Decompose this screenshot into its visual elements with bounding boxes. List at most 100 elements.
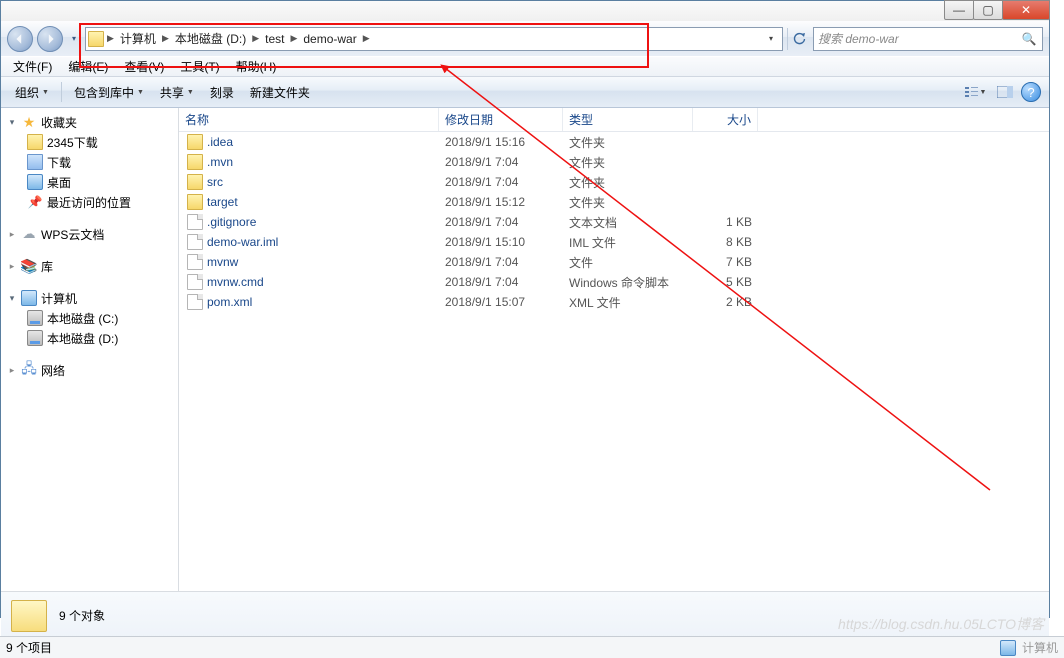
tool-include[interactable]: 包含到库中▼	[68, 81, 150, 104]
titlebar[interactable]	[1, 1, 1049, 21]
file-date: 2018/9/1 15:12	[439, 192, 563, 212]
star-icon: ★	[21, 114, 37, 130]
tool-share[interactable]: 共享▼	[154, 81, 200, 104]
file-row[interactable]: mvnw.cmd2018/9/1 7:04Windows 命令脚本5 KB	[179, 272, 1049, 292]
file-type: 文件夹	[563, 172, 693, 192]
file-type: 文件夹	[563, 192, 693, 212]
address-bar[interactable]: ▶ 计算机 ▶ 本地磁盘 (D:) ▶ test ▶ demo-war ▶ ▾	[85, 27, 783, 51]
file-size: 1 KB	[693, 212, 758, 232]
tool-newfolder[interactable]: 新建文件夹	[244, 81, 316, 104]
chevron-down-icon: ▼	[42, 89, 49, 96]
file-row[interactable]: target 2018/9/1 15:12文件夹	[179, 192, 1049, 212]
file-type: Windows 命令脚本	[563, 272, 693, 292]
library-icon: 📚	[21, 258, 37, 274]
sidebar-wps[interactable]: ☁WPS云文档	[1, 224, 178, 244]
file-row[interactable]: .idea2018/9/1 15:16文件夹	[179, 132, 1049, 152]
maximize-button[interactable]: ▢	[973, 0, 1003, 20]
folder-icon	[187, 194, 203, 210]
file-row[interactable]: .gitignore2018/9/1 7:04文本文档1 KB	[179, 212, 1049, 232]
preview-pane-button[interactable]	[991, 81, 1019, 103]
col-size[interactable]: 大小	[693, 108, 758, 131]
sidebar-item-recent[interactable]: 📌最近访问的位置	[1, 192, 178, 212]
minimize-button[interactable]: —	[944, 0, 974, 20]
sidebar-item-drive-d[interactable]: 本地磁盘 (D:)	[1, 328, 178, 348]
chevron-right-icon[interactable]: ▶	[106, 33, 115, 44]
view-options-button[interactable]: ▼	[961, 81, 989, 103]
search-icon[interactable]: 🔍	[1020, 32, 1038, 46]
separator	[61, 82, 62, 102]
close-button[interactable]: ✕	[1002, 0, 1050, 20]
chevron-right-icon[interactable]: ▶	[362, 33, 371, 44]
recent-icon: 📌	[27, 194, 43, 210]
file-name: pom.xml	[207, 295, 252, 309]
file-row[interactable]: mvnw2018/9/1 7:04文件7 KB	[179, 252, 1049, 272]
file-date: 2018/9/1 7:04	[439, 152, 563, 172]
sidebar-favorites[interactable]: ★收藏夹	[1, 112, 178, 132]
chevron-right-icon[interactable]: ▶	[161, 33, 170, 44]
crumb-drive[interactable]: 本地磁盘 (D:)	[170, 30, 251, 47]
tool-organize[interactable]: 组织▼	[9, 81, 55, 104]
file-size	[693, 132, 758, 152]
folder-icon	[187, 134, 203, 150]
col-name[interactable]: 名称	[179, 108, 439, 131]
window-controls: — ▢ ✕	[945, 0, 1050, 20]
file-size: 5 KB	[693, 272, 758, 292]
folder-icon	[187, 154, 203, 170]
file-row[interactable]: src2018/9/1 7:04文件夹	[179, 172, 1049, 192]
file-name: mvnw.cmd	[207, 275, 264, 289]
file-list: 名称 修改日期 类型 大小 .idea2018/9/1 15:16文件夹.mvn…	[179, 108, 1049, 591]
file-icon	[187, 214, 203, 230]
file-size	[693, 172, 758, 192]
sidebar-item-desktop[interactable]: 桌面	[1, 172, 178, 192]
file-type: XML 文件	[563, 292, 693, 312]
chevron-right-icon[interactable]: ▶	[289, 33, 298, 44]
file-date: 2018/9/1 15:10	[439, 232, 563, 252]
menu-help[interactable]: 帮助(H)	[228, 56, 285, 77]
file-type: 文件夹	[563, 152, 693, 172]
folder-icon	[27, 134, 43, 150]
search-placeholder: 搜索 demo-war	[818, 30, 899, 47]
sidebar: ★收藏夹 2345下载 下载 桌面 📌最近访问的位置 ☁WPS云文档 📚库 计算…	[1, 108, 179, 591]
file-type: IML 文件	[563, 232, 693, 252]
sidebar-item-2345dl[interactable]: 2345下载	[1, 132, 178, 152]
crumb-folder-1[interactable]: test	[260, 32, 289, 46]
watermark-text: https://blog.csdn.hu.05LCTO博客	[838, 614, 1044, 634]
chevron-down-icon: ▼	[187, 89, 194, 96]
file-date: 2018/9/1 15:07	[439, 292, 563, 312]
crumb-folder-2[interactable]: demo-war	[298, 32, 361, 46]
sidebar-library[interactable]: 📚库	[1, 256, 178, 276]
search-input[interactable]: 搜索 demo-war 🔍	[813, 27, 1043, 51]
crumb-computer[interactable]: 计算机	[115, 30, 161, 47]
back-button[interactable]	[7, 26, 33, 52]
menu-edit[interactable]: 编辑(E)	[60, 56, 116, 77]
folder-icon	[88, 31, 104, 47]
computer-icon	[1000, 640, 1016, 656]
network-icon: 🖧	[21, 362, 37, 378]
col-date[interactable]: 修改日期	[439, 108, 563, 131]
menu-file[interactable]: 文件(F)	[5, 56, 60, 77]
sidebar-item-drive-c[interactable]: 本地磁盘 (C:)	[1, 308, 178, 328]
file-size: 8 KB	[693, 232, 758, 252]
file-icon	[187, 294, 203, 310]
file-name: target	[207, 195, 238, 209]
status-location: 计算机	[1022, 639, 1058, 656]
menu-tools[interactable]: 工具(T)	[172, 56, 227, 77]
refresh-button[interactable]	[787, 28, 809, 50]
sidebar-item-downloads[interactable]: 下载	[1, 152, 178, 172]
chevron-right-icon[interactable]: ▶	[251, 33, 260, 44]
help-button[interactable]: ?	[1021, 82, 1041, 102]
cloud-icon: ☁	[21, 226, 37, 242]
tool-burn[interactable]: 刻录	[204, 81, 240, 104]
file-row[interactable]: .mvn2018/9/1 7:04文件夹	[179, 152, 1049, 172]
history-dropdown[interactable]: ▾	[67, 29, 81, 49]
menu-view[interactable]: 查看(V)	[116, 56, 172, 77]
forward-button[interactable]	[37, 26, 63, 52]
file-type: 文件	[563, 252, 693, 272]
file-row[interactable]: pom.xml2018/9/1 15:07XML 文件2 KB	[179, 292, 1049, 312]
desktop-icon	[27, 174, 43, 190]
address-dropdown[interactable]: ▾	[762, 34, 780, 43]
sidebar-network[interactable]: 🖧网络	[1, 360, 178, 380]
col-type[interactable]: 类型	[563, 108, 693, 131]
sidebar-computer[interactable]: 计算机	[1, 288, 178, 308]
file-row[interactable]: demo-war.iml2018/9/1 15:10IML 文件8 KB	[179, 232, 1049, 252]
